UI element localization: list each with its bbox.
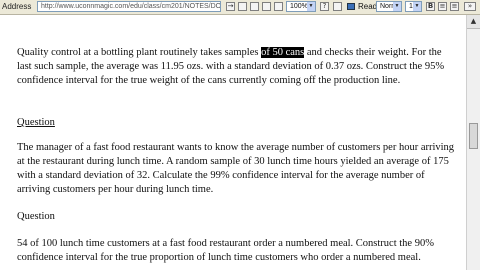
question-paragraph-1: Quality control at a bottling plant rout… <box>17 46 457 88</box>
style-select[interactable]: Normal ▼ <box>376 1 402 12</box>
go-icon[interactable]: → <box>226 2 235 11</box>
vertical-scrollbar[interactable]: ▲ <box>466 15 480 270</box>
document-page[interactable]: Quality control at a bottling plant rout… <box>0 15 466 270</box>
new-document-icon[interactable] <box>238 2 247 11</box>
selected-text: of 50 cans <box>261 47 305 58</box>
toolbar-options-icon[interactable]: » <box>464 2 476 11</box>
question-heading-2: Question <box>17 211 55 222</box>
scroll-up-arrow-icon[interactable]: ▲ <box>467 15 480 29</box>
bold-icon[interactable]: B <box>426 2 435 11</box>
address-bar[interactable]: http://www.uconnmagic.com/edu/class/cm20… <box>37 1 221 12</box>
read-label: Read <box>358 2 378 11</box>
paragraph-1-text-start: Quality control at a bottling plant rout… <box>17 47 262 58</box>
help-icon[interactable]: ? <box>320 2 329 11</box>
question-heading-1: Question <box>17 117 55 128</box>
font-size-select[interactable]: 12 ▼ <box>405 1 422 12</box>
print-icon[interactable] <box>274 2 283 11</box>
address-label: Address <box>2 2 32 11</box>
doc-map-icon[interactable] <box>333 2 342 11</box>
book-icon <box>347 3 355 10</box>
chevron-down-icon: ▼ <box>413 2 421 11</box>
align-right-icon[interactable]: ≡ <box>450 2 459 11</box>
chevron-down-icon: ▼ <box>307 2 315 11</box>
question-paragraph-3: 54 of 100 lunch time customers at a fast… <box>17 238 434 263</box>
open-folder-icon[interactable] <box>250 2 259 11</box>
save-icon[interactable] <box>262 2 271 11</box>
question-paragraph-2: The manager of a fast food restaurant wa… <box>17 142 455 195</box>
scroll-thumb[interactable] <box>469 123 478 149</box>
toolbar: Address http://www.uconnmagic.com/edu/cl… <box>0 0 480 15</box>
read-button[interactable]: Read <box>347 1 377 12</box>
align-center-icon[interactable]: ≡ <box>438 2 447 11</box>
zoom-select[interactable]: 100% ▼ <box>286 1 316 12</box>
chevron-down-icon: ▼ <box>393 2 401 11</box>
zoom-value: 100% <box>290 3 308 10</box>
